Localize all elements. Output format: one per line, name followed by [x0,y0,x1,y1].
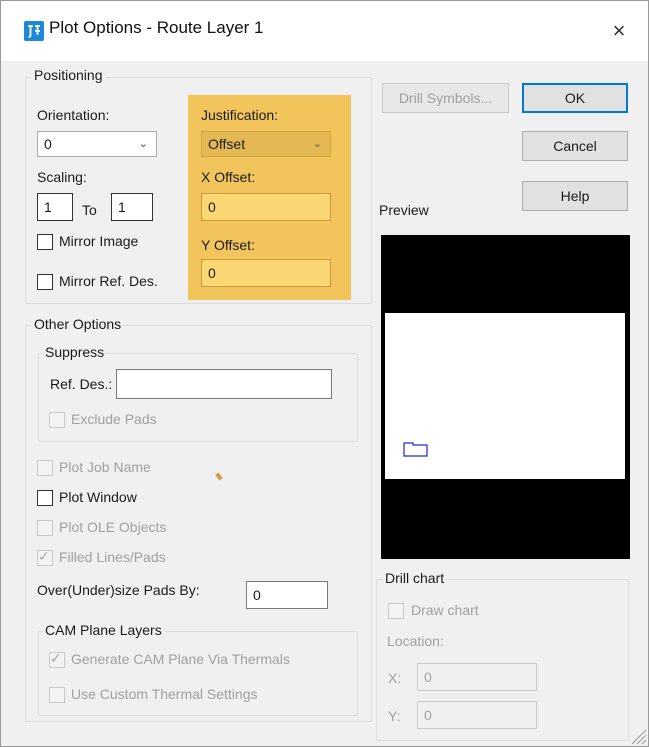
other-options-legend: Other Options [32,316,124,332]
preview-sheet [385,313,625,479]
plot-window-label: Plot Window [59,489,137,505]
checkmark-icon: ✓ [50,650,62,666]
plot-job-name-label: Plot Job Name [59,459,151,475]
location-label: Location: [387,633,444,649]
positioning-legend: Positioning [32,67,105,83]
exclude-pads-checkbox[interactable] [49,412,65,428]
scale-to-label: To [82,202,97,218]
suppress-legend: Suppress [43,344,107,360]
board-outline-icon [403,442,428,457]
drill-symbols-button[interactable]: Drill Symbols... [382,83,509,113]
generate-cam-label: Generate CAM Plane Via Thermals [71,651,290,667]
orientation-value: 0 [44,136,52,152]
scale-from-input[interactable]: 1 [37,193,73,221]
title-bar[interactable]: Plot Options - Route Layer 1 × [1,1,648,61]
x-location-label: X: [388,670,402,686]
window-title: Plot Options - Route Layer 1 [49,18,264,37]
preview-canvas [381,235,630,559]
plot-job-name-checkbox[interactable] [37,460,53,476]
draw-chart-checkbox[interactable] [388,603,404,619]
cancel-button[interactable]: Cancel [522,131,628,161]
exclude-pads-label: Exclude Pads [71,411,157,427]
x-offset-input[interactable]: 0 [201,193,331,221]
chevron-down-icon: ⌄ [138,138,148,150]
orientation-select[interactable]: 0 ⌄ [37,131,157,157]
cam-plane-group [38,631,358,716]
generate-cam-checkbox[interactable]: ✓ [49,650,65,668]
plot-window-checkbox[interactable] [37,490,53,506]
y-offset-label: Y Offset: [201,237,255,253]
mirror-image-checkbox[interactable] [37,234,53,250]
cam-plane-legend: CAM Plane Layers [43,622,164,638]
justification-select[interactable]: Offset ⌄ [201,131,331,157]
custom-thermal-label: Use Custom Thermal Settings [71,686,258,702]
ok-button[interactable]: OK [522,83,628,113]
plot-ole-label: Plot OLE Objects [59,519,167,535]
chevron-down-icon: ⌄ [312,138,322,150]
scaling-label: Scaling: [37,169,87,185]
draw-chart-label: Draw chart [411,602,479,618]
drill-chart-legend: Drill chart [383,570,447,586]
orientation-label: Orientation: [37,107,110,123]
mirror-refdes-checkbox[interactable] [37,274,53,290]
help-button[interactable]: Help [522,181,628,211]
checkmark-icon: ✓ [38,548,50,564]
justification-label: Justification: [201,107,279,123]
x-location-input[interactable]: 0 [417,663,537,691]
plot-ole-checkbox[interactable] [37,520,53,536]
justification-value: Offset [208,136,246,152]
oversize-label: Over(Under)size Pads By: [37,582,200,598]
filled-lines-label: Filled Lines/Pads [59,549,166,565]
refdes-input[interactable] [116,369,332,399]
y-location-input[interactable]: 0 [417,701,537,729]
resize-grip-icon[interactable] [629,727,647,745]
scale-to-input[interactable]: 1 [111,193,153,221]
custom-thermal-checkbox[interactable] [49,687,65,703]
mirror-image-label: Mirror Image [59,233,139,249]
mirror-refdes-label: Mirror Ref. Des. [59,273,158,289]
x-offset-label: X Offset: [201,169,256,185]
refdes-label: Ref. Des.: [50,376,113,392]
app-icon [24,21,44,41]
y-location-label: Y: [388,708,401,724]
oversize-input[interactable]: 0 [246,581,328,609]
close-icon[interactable]: × [599,13,639,49]
y-offset-input[interactable]: 0 [201,259,331,287]
plot-options-dialog: Plot Options - Route Layer 1 × Positioni… [0,0,649,747]
preview-label: Preview [379,202,429,218]
filled-lines-checkbox[interactable]: ✓ [37,548,53,566]
